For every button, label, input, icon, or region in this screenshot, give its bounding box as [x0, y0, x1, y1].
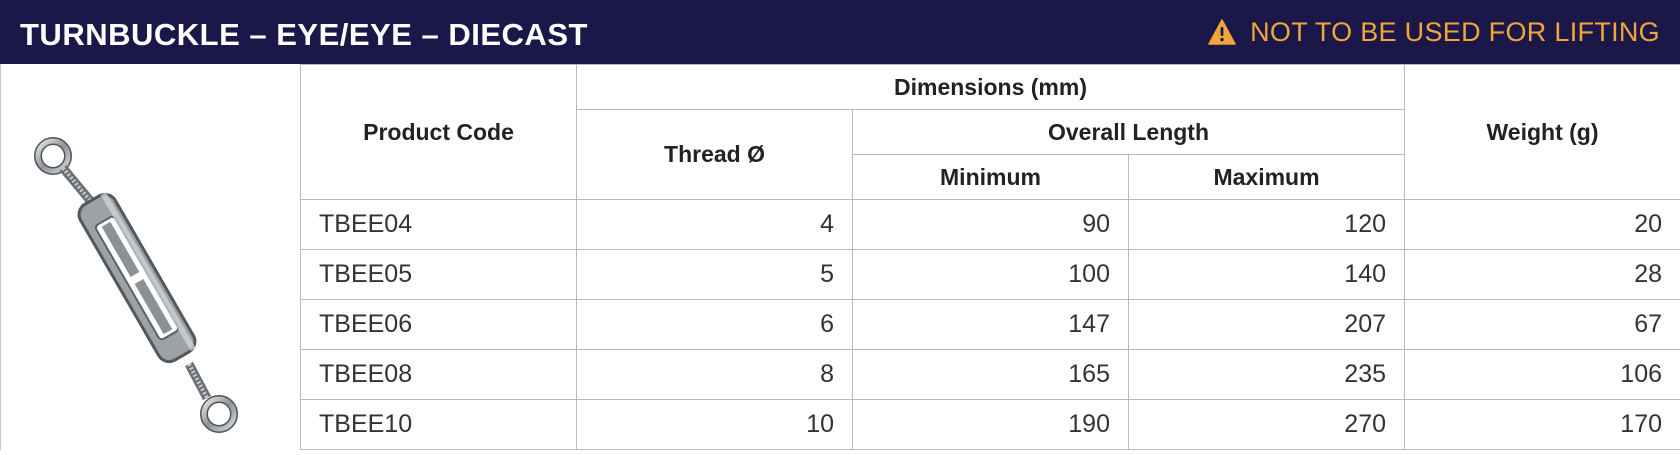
- cell-weight: 67: [1405, 300, 1680, 350]
- header-minimum: Minimum: [853, 155, 1129, 200]
- table-row: TBEE06 6 147 207 67: [301, 300, 1680, 350]
- header-weight: Weight (g): [1405, 65, 1680, 200]
- cell-min: 100: [853, 250, 1129, 300]
- cell-min: 190: [853, 400, 1129, 450]
- cell-weight: 20: [1405, 200, 1680, 250]
- cell-thread: 8: [577, 350, 853, 400]
- header-overall-length: Overall Length: [853, 110, 1405, 155]
- cell-thread: 10: [577, 400, 853, 450]
- cell-weight: 28: [1405, 250, 1680, 300]
- table-row: TBEE10 10 190 270 170: [301, 400, 1680, 450]
- cell-code: TBEE06: [301, 300, 577, 350]
- header-dimensions: Dimensions (mm): [577, 65, 1405, 110]
- header-product-code: Product Code: [301, 65, 577, 200]
- cell-max: 235: [1129, 350, 1405, 400]
- table-row: TBEE04 4 90 120 20: [301, 200, 1680, 250]
- table-row: TBEE05 5 100 140 28: [301, 250, 1680, 300]
- warning-triangle-icon: [1208, 19, 1236, 45]
- specification-table: Product Code Dimensions (mm) Weight (g) …: [300, 64, 1680, 450]
- header-bar: TURNBUCKLE – EYE/EYE – DIECAST NOT TO BE…: [0, 0, 1680, 64]
- cell-code: TBEE04: [301, 200, 577, 250]
- cell-min: 147: [853, 300, 1129, 350]
- turnbuckle-image: [1, 64, 301, 450]
- product-image: [0, 64, 300, 450]
- cell-weight: 106: [1405, 350, 1680, 400]
- cell-thread: 6: [577, 300, 853, 350]
- header-thread: Thread Ø: [577, 110, 853, 200]
- cell-min: 90: [853, 200, 1129, 250]
- cell-thread: 5: [577, 250, 853, 300]
- table-row: TBEE08 8 165 235 106: [301, 350, 1680, 400]
- page-title: TURNBUCKLE – EYE/EYE – DIECAST: [20, 0, 588, 64]
- cell-max: 270: [1129, 400, 1405, 450]
- warning-notice: NOT TO BE USED FOR LIFTING: [1208, 0, 1660, 64]
- header-maximum: Maximum: [1129, 155, 1405, 200]
- cell-weight: 170: [1405, 400, 1680, 450]
- cell-max: 120: [1129, 200, 1405, 250]
- warning-text: NOT TO BE USED FOR LIFTING: [1250, 17, 1660, 48]
- cell-code: TBEE08: [301, 350, 577, 400]
- cell-min: 165: [853, 350, 1129, 400]
- cell-max: 207: [1129, 300, 1405, 350]
- cell-max: 140: [1129, 250, 1405, 300]
- cell-thread: 4: [577, 200, 853, 250]
- cell-code: TBEE05: [301, 250, 577, 300]
- cell-code: TBEE10: [301, 400, 577, 450]
